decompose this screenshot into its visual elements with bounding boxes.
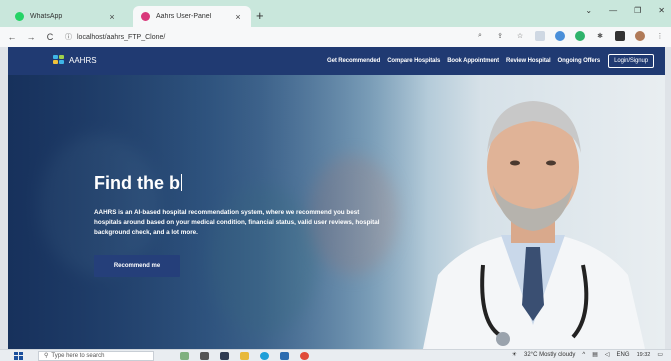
taskbar-search-input[interactable]: ⚲ Type here to search bbox=[38, 350, 154, 361]
whatsapp-icon bbox=[15, 12, 24, 21]
close-icon[interactable]: × bbox=[107, 12, 117, 22]
logo-icon bbox=[53, 55, 65, 65]
close-window-icon[interactable]: ✕ bbox=[658, 6, 665, 15]
address-bar[interactable]: ⓘ localhost/aahrs_FTP_Clone/ bbox=[65, 32, 165, 42]
extension-icon[interactable] bbox=[575, 31, 585, 41]
language-indicator[interactable]: ENG bbox=[617, 352, 630, 358]
avatar[interactable] bbox=[635, 31, 645, 41]
puzzle-icon[interactable]: ✱ bbox=[595, 31, 605, 41]
notification-icon[interactable]: ▭ bbox=[657, 351, 663, 358]
taskbar-apps bbox=[180, 351, 309, 360]
login-signup-button[interactable]: Login/Signup bbox=[608, 54, 654, 68]
typing-cursor bbox=[180, 174, 182, 191]
weather-icon: ☀ bbox=[511, 352, 517, 358]
zoom-icon[interactable]: ⌕ bbox=[475, 31, 485, 41]
tab-title: WhatsApp bbox=[30, 13, 63, 20]
site-logo[interactable]: AAHRS bbox=[53, 55, 97, 65]
window-controls: ⌄ — ❐ ✕ bbox=[585, 6, 665, 15]
system-tray: ☀ 32°C Mostly cloudy ^ ▤ ◁ ENG 19:32 ▭ bbox=[511, 351, 663, 359]
search-icon: ⚲ bbox=[44, 353, 49, 359]
windows-start-icon[interactable] bbox=[14, 351, 24, 360]
info-icon[interactable]: ⓘ bbox=[65, 32, 72, 42]
browser-toolbar: ← → C ⓘ localhost/aahrs_FTP_Clone/ ⌕ ⇪ ☆… bbox=[0, 27, 671, 47]
tab-aahrs-user-panel[interactable]: Aahrs User-Panel × bbox=[133, 6, 251, 27]
share-icon[interactable]: ⇪ bbox=[495, 31, 505, 41]
chevron-up-icon[interactable]: ^ bbox=[582, 352, 585, 358]
close-icon[interactable]: × bbox=[233, 12, 243, 22]
extension-icon[interactable] bbox=[555, 31, 565, 41]
os-taskbar: ⚲ Type here to search ☀ 32°C Mostly clou… bbox=[0, 349, 671, 361]
tab-title: Aahrs User-Panel bbox=[156, 13, 212, 20]
nav-links: Get Recommended Compare Hospitals Book A… bbox=[320, 54, 654, 68]
new-tab-button[interactable]: + bbox=[256, 8, 264, 23]
hero-description: AAHRS is an AI-based hospital recommenda… bbox=[94, 209, 380, 236]
widgets-icon[interactable] bbox=[180, 351, 189, 360]
volume-icon[interactable]: ◁ bbox=[605, 351, 610, 358]
nav-link-review-hospital[interactable]: Review Hospital bbox=[506, 58, 551, 64]
weather-text[interactable]: 32°C Mostly cloudy bbox=[524, 352, 575, 358]
menu-dots-icon[interactable]: ⋮ bbox=[655, 31, 665, 41]
site-navbar: AAHRS Get Recommended Compare Hospitals … bbox=[8, 47, 665, 75]
chrome-icon[interactable] bbox=[300, 351, 309, 360]
site-favicon-icon bbox=[141, 12, 150, 21]
restore-icon[interactable]: ❐ bbox=[634, 6, 641, 15]
logo-text: AAHRS bbox=[69, 55, 97, 65]
recommend-me-button[interactable]: Recommend me bbox=[94, 255, 180, 277]
network-icon[interactable]: ▤ bbox=[592, 351, 598, 358]
file-explorer-icon[interactable] bbox=[240, 351, 249, 360]
edge-icon[interactable] bbox=[260, 351, 269, 360]
clock[interactable]: 19:32 bbox=[637, 352, 651, 358]
forward-arrow-icon[interactable]: → bbox=[24, 32, 38, 42]
hero-section: Find the b AAHRS is an AI-based hospital… bbox=[8, 75, 665, 349]
task-view-icon[interactable] bbox=[200, 351, 209, 360]
bookmark-star-icon[interactable]: ☆ bbox=[515, 31, 525, 41]
minimize-icon[interactable]: — bbox=[609, 6, 617, 15]
url-text: localhost/aahrs_FTP_Clone/ bbox=[77, 33, 166, 41]
search-placeholder: Type here to search bbox=[51, 352, 105, 359]
reload-icon[interactable]: C bbox=[43, 32, 57, 42]
nav-link-get-recommended[interactable]: Get Recommended bbox=[327, 58, 380, 64]
toolbar-actions: ⌕ ⇪ ☆ ✱ ⋮ bbox=[475, 31, 665, 41]
sidebar-icon[interactable] bbox=[615, 31, 625, 41]
tab-whatsapp[interactable]: WhatsApp × bbox=[7, 6, 125, 27]
store-icon[interactable] bbox=[280, 351, 289, 360]
back-arrow-icon[interactable]: ← bbox=[5, 32, 19, 42]
nav-link-ongoing-offers[interactable]: Ongoing Offers bbox=[558, 58, 601, 64]
app-icon[interactable] bbox=[220, 351, 229, 360]
nav-link-compare-hospitals[interactable]: Compare Hospitals bbox=[387, 58, 440, 64]
extension-icon[interactable] bbox=[535, 31, 545, 41]
nav-link-book-appointment[interactable]: Book Appointment bbox=[447, 58, 499, 64]
chevron-down-icon[interactable]: ⌄ bbox=[585, 6, 592, 15]
hero-title: Find the b bbox=[94, 173, 182, 193]
browser-tab-strip: WhatsApp × Aahrs User-Panel × + ⌄ — ❐ ✕ bbox=[0, 0, 671, 27]
